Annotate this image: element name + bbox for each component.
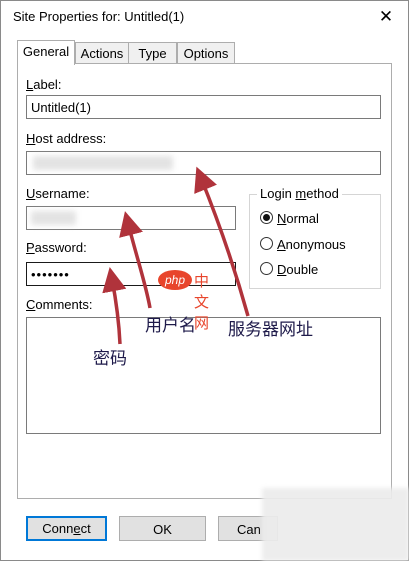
watermark-text: 中文网 — [194, 273, 210, 332]
username-label: Username: — [26, 186, 90, 201]
radio-anonymous[interactable]: Anonymous — [260, 236, 346, 254]
ok-button[interactable]: OK — [119, 516, 206, 541]
login-method-group: Login method Normal Anonymous Double — [249, 186, 381, 289]
connect-button[interactable]: Connect — [26, 516, 107, 541]
radio-double[interactable]: Double — [260, 261, 318, 279]
tab-actions[interactable]: Actions — [75, 42, 129, 64]
radio-normal[interactable]: Normal — [260, 210, 319, 228]
annotation-host: 服务器网址 — [228, 320, 313, 340]
tab-actions-label: Actions — [80, 46, 124, 61]
tab-options-label: Options — [183, 46, 229, 61]
title-bar: Site Properties for: Untitled(1) ✕ — [1, 1, 408, 33]
login-method-title: Login method — [257, 186, 342, 201]
redacted-host — [33, 156, 173, 170]
php-watermark: php 中文网 — [158, 270, 209, 332]
php-logo-icon: php — [158, 270, 192, 290]
tab-general-label: General — [22, 44, 70, 59]
corner-watermark — [262, 488, 409, 561]
label-input[interactable]: Untitled(1) — [26, 95, 381, 119]
host-address-label: Host address: — [26, 131, 107, 146]
tab-type[interactable]: Type — [128, 42, 177, 64]
radio-double-indicator[interactable] — [260, 262, 273, 275]
radio-anonymous-indicator[interactable] — [260, 237, 273, 250]
password-label: Password: — [26, 240, 87, 255]
close-icon[interactable]: ✕ — [371, 3, 401, 31]
annotation-password: 密码 — [93, 349, 127, 369]
dialog-title: Site Properties for: Untitled(1) — [13, 9, 185, 24]
comments-textarea[interactable] — [26, 317, 381, 434]
redacted-username — [31, 211, 76, 225]
radio-normal-indicator[interactable] — [260, 211, 273, 224]
tab-general[interactable]: General — [17, 40, 75, 65]
annotation-username: 用户名 — [145, 316, 196, 336]
tab-options[interactable]: Options — [177, 42, 235, 64]
comments-label: Comments: — [26, 297, 93, 312]
tab-type-label: Type — [138, 46, 167, 61]
label-field-label: Label: — [26, 77, 62, 92]
